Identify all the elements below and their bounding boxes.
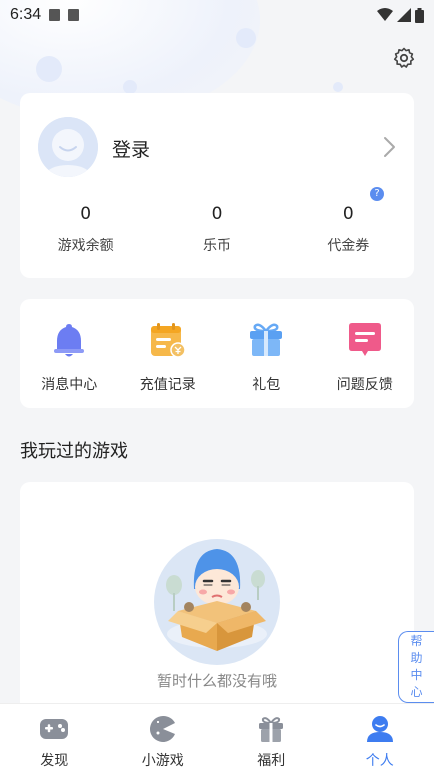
stat-value: 0 bbox=[342, 204, 354, 224]
decor-bubble bbox=[36, 56, 62, 82]
stat-game-balance[interactable]: 0 游戏余额 bbox=[20, 203, 151, 255]
empty-state-text: 暂时什么都没有哦 bbox=[156, 672, 277, 690]
nav-label: 小游戏 bbox=[141, 753, 184, 769]
stat-label: 乐币 bbox=[202, 238, 231, 254]
settings-gear-icon[interactable] bbox=[392, 46, 416, 70]
profile-card: 登录 ? 0 游戏余额 0 乐币 0 代金券 bbox=[20, 93, 414, 278]
decor-bubble bbox=[236, 28, 256, 48]
stat-value: 0 bbox=[211, 204, 223, 224]
stat-label: 代金券 bbox=[327, 238, 370, 254]
gift-icon bbox=[250, 323, 283, 356]
voucher-help-icon[interactable]: ? bbox=[370, 187, 384, 201]
gift-icon bbox=[259, 717, 284, 742]
status-time: 6:34 bbox=[10, 6, 42, 23]
status-storage-icon bbox=[68, 9, 80, 21]
stat-value: 0 bbox=[80, 204, 92, 224]
menu-label: 充值记录 bbox=[139, 377, 196, 393]
menu-item-gift-pack[interactable]: 礼包 bbox=[217, 321, 316, 408]
feedback-icon bbox=[348, 323, 381, 356]
quick-menu-card: 消息中心 充值记录 礼包 问题反馈 bbox=[20, 299, 414, 408]
nav-tab-mini-games[interactable]: 小游戏 bbox=[109, 704, 218, 771]
recharge-record-icon bbox=[150, 323, 186, 358]
played-games-title: 我玩过的游戏 bbox=[20, 441, 128, 462]
nav-label: 发现 bbox=[40, 753, 69, 769]
bell-icon bbox=[54, 324, 85, 357]
empty-box-mascot-illustration bbox=[154, 539, 280, 665]
bottom-nav: 发现 小游戏 福利 个人 bbox=[0, 703, 434, 771]
played-games-card: 暂时什么都没有哦 bbox=[20, 482, 414, 722]
nav-label: 福利 bbox=[257, 753, 286, 769]
nav-tab-discover[interactable]: 发现 bbox=[0, 704, 109, 771]
avatar[interactable] bbox=[38, 117, 98, 177]
help-tab-char: 中 bbox=[410, 668, 423, 682]
menu-item-messages[interactable]: 消息中心 bbox=[20, 321, 119, 408]
menu-label: 消息中心 bbox=[41, 377, 98, 393]
help-tab-char: 帮 bbox=[410, 634, 423, 648]
help-tab-char: 心 bbox=[410, 685, 423, 699]
menu-item-recharge-record[interactable]: 充值记录 bbox=[119, 321, 218, 408]
status-bar: 6:34 bbox=[0, 0, 434, 30]
balance-stats: 0 游戏余额 0 乐币 0 代金券 bbox=[20, 203, 414, 255]
nav-tab-personal[interactable]: 个人 bbox=[326, 704, 434, 771]
menu-label: 问题反馈 bbox=[336, 377, 393, 393]
login-link[interactable]: 登录 bbox=[112, 135, 150, 162]
help-tab-char: 助 bbox=[410, 651, 423, 665]
nav-label: 个人 bbox=[365, 753, 394, 769]
stat-vouchers[interactable]: 0 代金券 bbox=[283, 203, 414, 255]
battery-icon bbox=[415, 7, 424, 23]
decor-bubble bbox=[123, 80, 137, 94]
gamepad-icon bbox=[40, 719, 69, 739]
signal-icon bbox=[397, 8, 411, 22]
status-notification-icon bbox=[49, 9, 61, 21]
nav-tab-welfare[interactable]: 福利 bbox=[217, 704, 326, 771]
wifi-icon bbox=[377, 8, 393, 21]
person-icon bbox=[366, 716, 393, 742]
mini-game-icon bbox=[149, 715, 175, 742]
menu-label: 礼包 bbox=[252, 377, 281, 393]
help-center-tab[interactable]: 帮 助 中 心 bbox=[398, 631, 434, 703]
default-avatar-icon bbox=[38, 117, 98, 177]
chevron-right-icon[interactable] bbox=[382, 135, 398, 159]
stat-label: 游戏余额 bbox=[57, 238, 114, 254]
decor-bubble bbox=[333, 82, 343, 92]
stat-le-coins[interactable]: 0 乐币 bbox=[151, 203, 282, 255]
menu-item-feedback[interactable]: 问题反馈 bbox=[316, 321, 415, 408]
